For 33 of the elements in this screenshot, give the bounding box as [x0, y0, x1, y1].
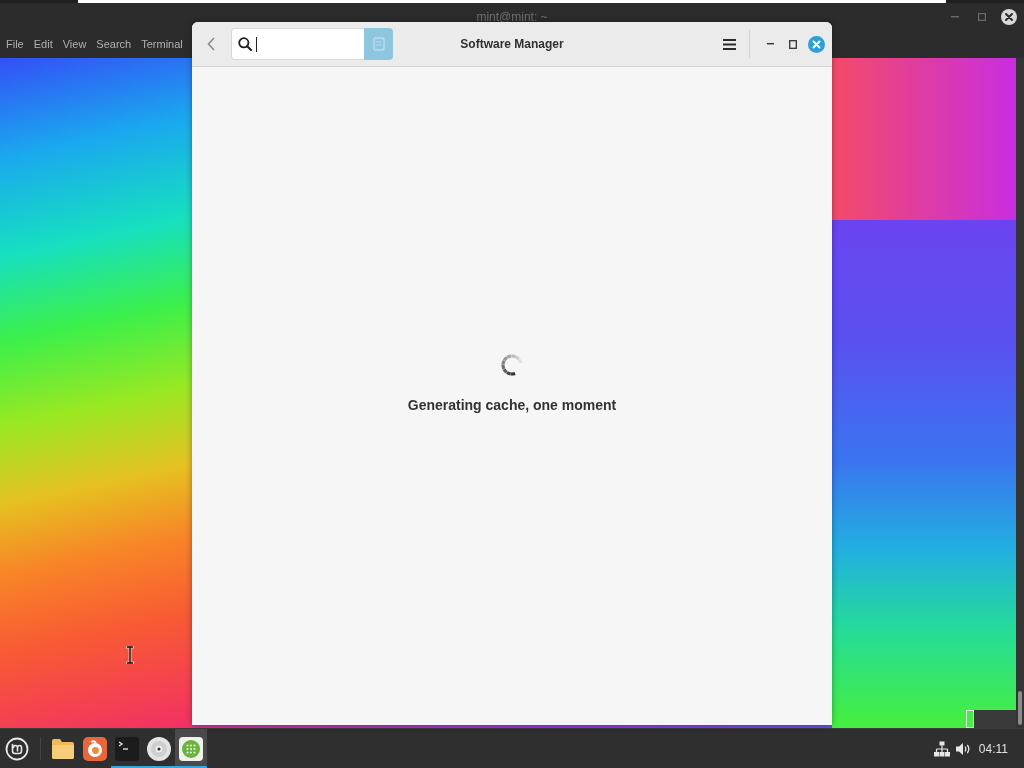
menu-item[interactable]: File [6, 36, 24, 52]
disc-icon [147, 736, 171, 761]
close-button[interactable] [999, 7, 1018, 26]
folder-icon [51, 737, 75, 760]
search-icon [238, 37, 252, 51]
clock[interactable]: 04:11 [978, 741, 1008, 756]
browser-icon [83, 736, 107, 761]
terminal-icon [115, 736, 139, 761]
i-beam-pointer-icon [126, 646, 134, 664]
maximize-icon [977, 12, 986, 21]
speaker-icon[interactable] [955, 741, 971, 756]
menu-item[interactable]: View [62, 36, 87, 52]
minimize-icon [950, 15, 959, 18]
launcher-button[interactable] [175, 729, 207, 768]
network-icon[interactable] [933, 740, 950, 757]
close-icon [807, 35, 825, 53]
status-message: Generating cache, one moment [407, 397, 617, 413]
window-title: Software Manager [460, 37, 564, 51]
menu-icon [722, 38, 736, 50]
app-grid-icon [179, 736, 203, 761]
search-field[interactable] [231, 28, 364, 60]
scrollbar-thumb[interactable] [1018, 691, 1022, 725]
minimize-icon [766, 43, 774, 45]
menu-item[interactable]: Edit [33, 36, 53, 52]
chevron-left-icon [207, 37, 215, 51]
logo-icon [5, 736, 29, 761]
terminal-cursor [966, 710, 974, 728]
menu-item[interactable]: Terminal [141, 36, 183, 52]
maximize-icon [789, 39, 797, 49]
close-icon [1000, 8, 1017, 25]
menu-item[interactable]: Search [96, 36, 132, 52]
window-title: mint@mint: ~ [476, 9, 548, 24]
page-icon [372, 37, 385, 51]
